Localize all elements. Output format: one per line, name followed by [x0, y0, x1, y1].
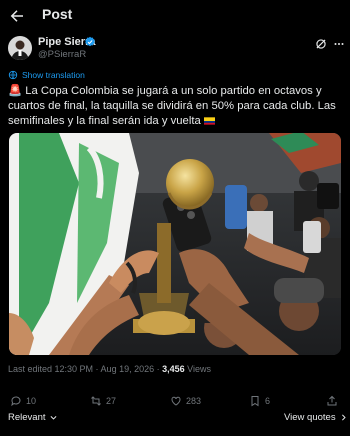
post-image[interactable] [9, 133, 341, 355]
repost-button[interactable]: 27 [90, 394, 116, 408]
back-arrow-icon[interactable] [8, 7, 26, 25]
tweet-body: 🚨 La Copa Colombia se jugará a un solo p… [8, 85, 336, 127]
like-button[interactable]: 283 [170, 394, 201, 408]
like-icon [171, 396, 181, 406]
colombia-flag-emoji [203, 116, 215, 125]
globe-icon [8, 70, 18, 80]
avatar[interactable] [8, 36, 32, 60]
post-meta: Last edited 12:30 PM · Aug 19, 2026 · 3,… [8, 364, 211, 374]
bookmark-count: 6 [265, 396, 271, 406]
views-label: Views [184, 364, 211, 374]
reply-button[interactable]: 10 [10, 394, 36, 408]
repost-count: 27 [106, 396, 117, 406]
show-translation-label: Show translation [22, 70, 85, 80]
share-button[interactable] [326, 394, 338, 408]
repost-icon [91, 396, 101, 406]
sort-label: Relevant [8, 412, 46, 423]
share-icon [327, 395, 337, 406]
reply-count: 10 [26, 396, 37, 406]
chevron-down-icon [50, 416, 56, 420]
bookmark-button[interactable]: 6 [249, 394, 270, 408]
page-title: Post [42, 6, 73, 22]
view-quotes-link[interactable]: View quotes [284, 412, 348, 423]
view-quotes-label: View quotes [284, 412, 336, 423]
chevron-right-icon [341, 414, 346, 421]
more-icon[interactable] [333, 38, 345, 50]
show-translation-link[interactable]: Show translation [8, 69, 85, 81]
edited-timestamp[interactable]: Last edited 12:30 PM · Aug 19, 2026 · [8, 364, 162, 374]
views-count: 3,456 [162, 364, 185, 374]
author-handle[interactable]: @PSierraR [38, 49, 86, 60]
reply-icon [11, 396, 21, 407]
grok-icon[interactable] [314, 37, 328, 51]
tweet-text: 🚨 La Copa Colombia se jugará a un solo p… [8, 84, 344, 128]
bookmark-icon [251, 396, 259, 407]
verified-badge-icon [85, 36, 95, 47]
sort-replies-dropdown[interactable]: Relevant [8, 412, 58, 423]
like-count: 283 [186, 396, 202, 406]
